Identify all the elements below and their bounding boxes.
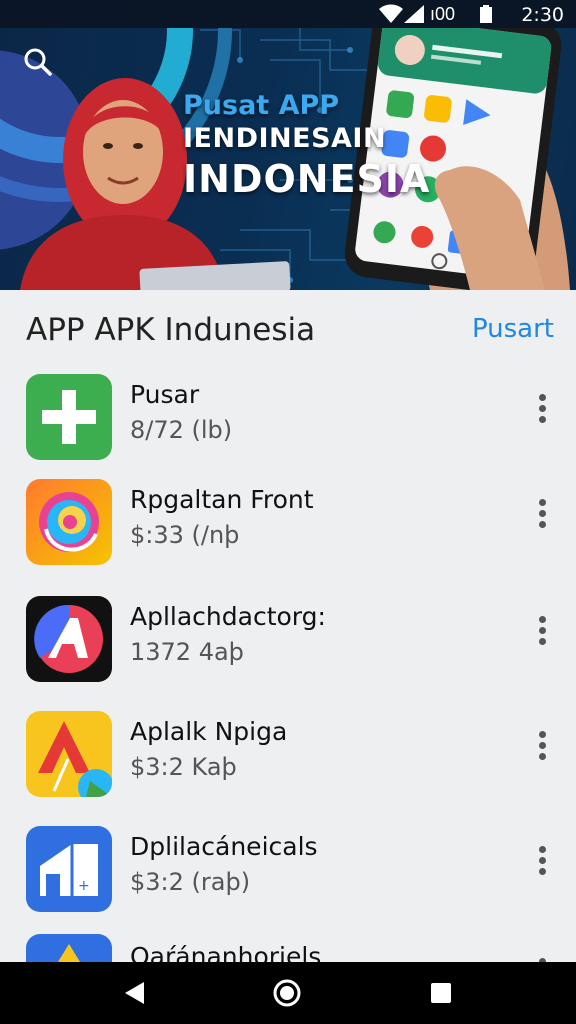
app-list-item[interactable]: Rpgaltan Front $:33 (/nþ: [0, 479, 576, 589]
banner-title-line1: Pusat APP: [183, 90, 340, 121]
more-options-icon[interactable]: [532, 394, 552, 434]
app-name: Apllachdactorg:: [130, 602, 326, 631]
app-list-item[interactable]: Apllachdactorg: 1372 4aþ: [0, 596, 576, 706]
app-meta: 8/72 (lb): [130, 416, 233, 444]
home-icon[interactable]: [270, 976, 304, 1010]
section-more-link[interactable]: Pusart: [472, 314, 554, 344]
app-list-item[interactable]: Aplalk Npiga $3:2 Kaþ: [0, 711, 576, 821]
app-meta: $3:2 (raþ): [130, 868, 251, 896]
more-options-icon[interactable]: [532, 616, 552, 656]
search-icon[interactable]: [18, 42, 58, 82]
app-name: Aplalk Npiga: [130, 717, 288, 746]
back-icon[interactable]: [118, 976, 152, 1010]
recents-icon[interactable]: [424, 976, 458, 1010]
app-list-item[interactable]: Oaŕánanhoriels: [0, 934, 576, 962]
signal-icon: [404, 5, 424, 23]
letter-a-icon: [26, 596, 112, 682]
banner-title: Pusat APP IENDINESAIN INDONESIA: [183, 92, 430, 198]
app-meta: $3:2 Kaþ: [130, 753, 237, 781]
blue-house-icon: +: [26, 826, 112, 912]
app-name: Rpgaltan Front: [130, 485, 314, 514]
banner-title-line2: IENDINESAIN: [183, 123, 387, 154]
banner-title-line3: INDONESIA: [183, 157, 431, 201]
status-signal-text: ı00: [430, 4, 456, 24]
app-meta: 1372 4aþ: [130, 638, 244, 666]
svg-text:+: +: [78, 878, 90, 894]
app-meta: $:33 (/nþ: [130, 521, 240, 549]
green-plus-icon: [26, 374, 112, 460]
red-a-triangle-icon: [26, 711, 112, 797]
app-list-item[interactable]: + Dplilacáneicals $3:2 (raþ): [0, 826, 576, 936]
app-name: Oaŕánanhoriels: [130, 942, 322, 962]
more-options-icon[interactable]: [532, 846, 552, 886]
more-options-icon[interactable]: [532, 731, 552, 771]
app-name: Dplilacáneicals: [130, 832, 318, 861]
more-options-icon[interactable]: [532, 499, 552, 539]
app-name: Pusar: [130, 380, 200, 409]
status-bar: ı00 2:30: [0, 0, 576, 28]
status-time: 2:30: [521, 4, 564, 26]
navigation-bar: [0, 962, 576, 1024]
swirl-icon: [26, 479, 112, 565]
wifi-icon: [379, 4, 403, 23]
app-list-item[interactable]: Pusar 8/72 (lb): [0, 374, 576, 484]
promo-banner[interactable]: Pusat APP IENDINESAIN INDONESIA: [0, 0, 576, 290]
yellow-triangle-icon: [26, 934, 112, 962]
section-title: APP APK Indunesia: [26, 312, 316, 348]
battery-icon: [480, 5, 492, 23]
